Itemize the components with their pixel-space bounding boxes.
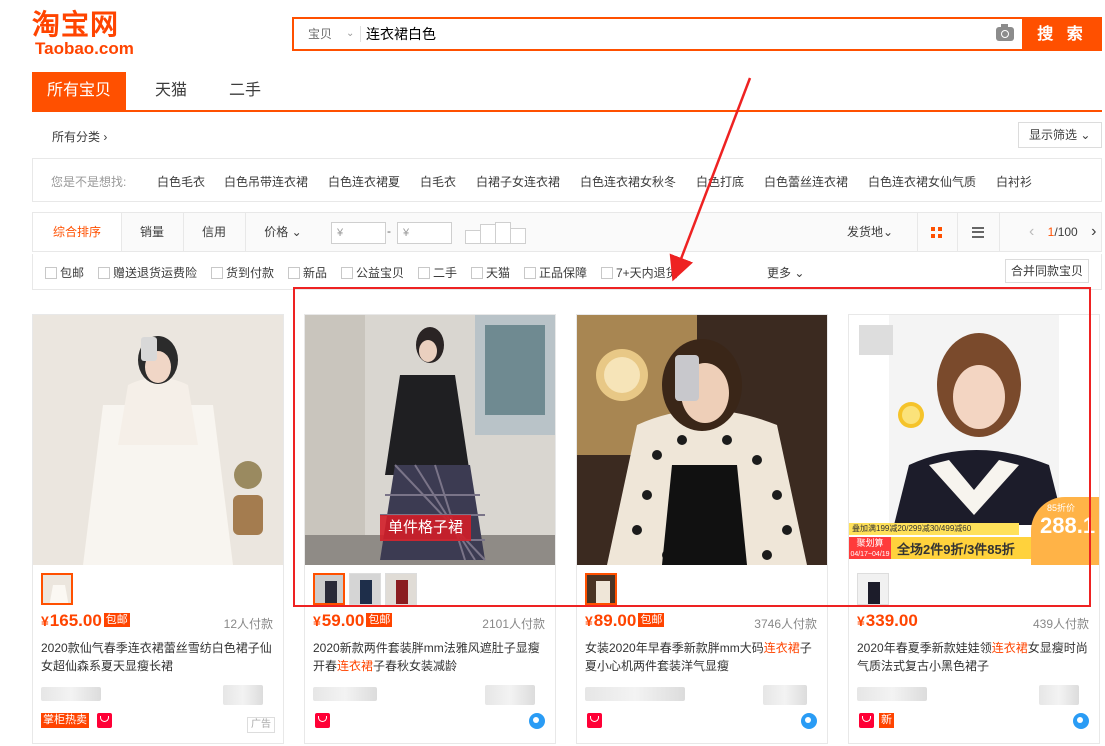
related-searches: 您是不是想找: 白色毛衣 白色吊带连衣裙 白色连衣裙夏 白毛衣 白裙子女连衣裙 … [32,158,1102,202]
chevron-down-icon: ⌄ [346,28,355,39]
product-price: ¥339.00 [857,611,918,630]
thumbnail[interactable] [41,573,73,605]
wangwang-chat-icon[interactable] [529,713,545,729]
search-category-select[interactable]: 宝贝 ⌄ [294,19,360,49]
product-card[interactable]: ¥165.00 包邮 12人付款 2020款仙气春季连衣裙蕾丝雪纺白色裙子仙女超仙… [32,314,284,744]
search-bar: 宝贝 ⌄ [292,17,1032,51]
product-title[interactable]: 2020款仙气春季连衣裙蕾丝雪纺白色裙子仙女超仙森系夏天显瘦长裙 [41,639,273,675]
annotation-highlight-box [293,287,1091,607]
location-blurred [223,685,263,705]
tab-bar: 所有宝贝 天猫 二手 [32,72,1102,112]
price-distribution-chart[interactable] [465,222,527,244]
location-blurred [1039,685,1079,705]
free-shipping-tag: 包邮 [103,613,130,627]
checkbox-genuine[interactable]: 正品保障 [524,264,587,281]
divider [360,26,361,42]
search-input[interactable] [366,19,976,49]
checkbox-cod[interactable]: 货到付款 [211,264,274,281]
shop-name-blurred[interactable] [585,687,685,701]
total-pages: /100 [1054,225,1078,239]
suggestion-link[interactable]: 白色打底 [696,173,744,190]
checkbox-return-insurance[interactable]: 赠送退货运费险 [98,264,197,281]
product-title[interactable]: 2020新款两件套装胖mm法雅风遮肚子显瘦开春连衣裙子春秋女装减龄 [313,639,545,675]
seller-hot-badge: 掌柜热卖 [41,713,89,728]
price-min-input[interactable]: ¥ [331,222,386,244]
product-price: ¥89.00 包邮 [585,611,665,630]
wangwang-chat-icon[interactable] [1073,713,1089,729]
location-blurred [485,685,535,705]
new-badge: 新 [879,713,894,728]
taobao-logo[interactable]: 淘宝网 Taobao.com [32,10,142,60]
suggestion-link[interactable]: 白色连衣裙女仙气质 [868,173,976,190]
shop-name-blurred[interactable] [313,687,377,701]
tmall-icon [97,713,112,728]
more-filters-button[interactable]: 更多 ⌄ [767,264,804,281]
next-page-icon[interactable]: › [1091,223,1096,240]
checkbox-secondhand[interactable]: 二手 [418,264,457,281]
sort-bar: 综合排序 销量 信用 价格 ⌄ ¥ - ¥ 发货地⌄ ‹ 1/100 › [32,212,1102,252]
suggestion-link[interactable]: 白色毛衣 [157,173,205,190]
suggestion-link[interactable]: 白色连衣裙夏 [328,173,400,190]
divider [999,213,1000,251]
tab-tmall[interactable]: 天猫 [138,72,204,110]
wangwang-chat-icon[interactable] [801,713,817,729]
suggestion-link[interactable]: 白色连衣裙女秋冬 [580,173,676,190]
product-image[interactable] [33,315,283,565]
product-title[interactable]: 2020年春夏季新款娃娃领连衣裙女显瘦时尚气质法式复古小黑色裙子 [857,639,1089,675]
search-button[interactable]: 搜 索 [1022,17,1102,51]
logo-english-text: Taobao.com [35,39,134,58]
ad-label: 广告 [247,717,275,733]
all-categories-link[interactable]: 所有分类 › [52,128,107,145]
logo-chinese-text: 淘宝网 [32,8,120,41]
checkbox-free-shipping[interactable]: 包邮 [45,264,84,281]
divider [917,213,918,251]
suggestion-link[interactable]: 白色吊带连衣裙 [224,173,308,190]
sales-count: 3746人付款 [754,617,817,631]
search-category-label: 宝贝 [308,27,333,41]
grid-view-icon[interactable] [931,227,943,239]
sales-count: 439人付款 [1032,617,1089,631]
location-blurred [763,685,807,705]
suggestion-link[interactable]: 白裙子女连衣裙 [476,173,560,190]
divider [957,213,958,251]
tab-all-items[interactable]: 所有宝贝 [32,72,126,110]
prev-page-icon[interactable]: ‹ [1029,223,1034,240]
price-range-dash: - [387,224,391,238]
ship-from-dropdown[interactable]: 发货地⌄ [839,213,901,251]
mini-pager: ‹ 1/100 › [1029,213,1101,251]
related-searches-label: 您是不是想找: [51,175,127,189]
shop-name-blurred[interactable] [41,687,101,701]
sort-sales[interactable]: 销量 [121,213,183,251]
sort-credit[interactable]: 信用 [183,213,245,251]
tmall-icon [859,713,874,728]
suggestion-link[interactable]: 白衬衫 [996,173,1032,190]
sort-default[interactable]: 综合排序 [33,213,121,251]
show-filter-button[interactable]: 显示筛选 ⌄ [1018,122,1102,148]
product-price: ¥165.00 包邮 [41,611,130,630]
sales-count: 2101人付款 [482,617,545,631]
checkbox-7day-return[interactable]: 7+天内退货 [601,264,678,281]
sort-price[interactable]: 价格 ⌄ [245,213,321,251]
checkbox-tmall[interactable]: 天猫 [471,264,510,281]
shop-name-blurred[interactable] [857,687,927,701]
category-row: 所有分类 › 显示筛选 ⌄ [32,120,1102,150]
checkbox-new[interactable]: 新品 [288,264,327,281]
suggestion-link[interactable]: 白色蕾丝连衣裙 [764,173,848,190]
checkbox-charity[interactable]: 公益宝贝 [341,264,404,281]
camera-icon[interactable] [996,24,1014,41]
free-shipping-tag: 包邮 [366,613,393,627]
tmall-icon [587,713,602,728]
merge-same-items-button[interactable]: 合并同款宝贝 [1005,259,1089,283]
filter-checkbox-row: 包邮 赠送退货运费险 货到付款 新品 公益宝贝 二手 天猫 正品保障 7+天内退… [32,254,1102,290]
price-max-input[interactable]: ¥ [397,222,452,244]
sales-count: 12人付款 [223,617,273,631]
product-price: ¥59.00 包邮 [313,611,393,630]
tab-secondhand[interactable]: 二手 [212,72,278,110]
list-view-icon[interactable] [972,227,984,238]
product-title[interactable]: 女装2020年早春季新款胖mm大码连衣裙子夏小心机两件套装洋气显瘦 [585,639,817,675]
tmall-icon [315,713,330,728]
free-shipping-tag: 包邮 [638,613,665,627]
suggestion-link[interactable]: 白毛衣 [420,173,456,190]
